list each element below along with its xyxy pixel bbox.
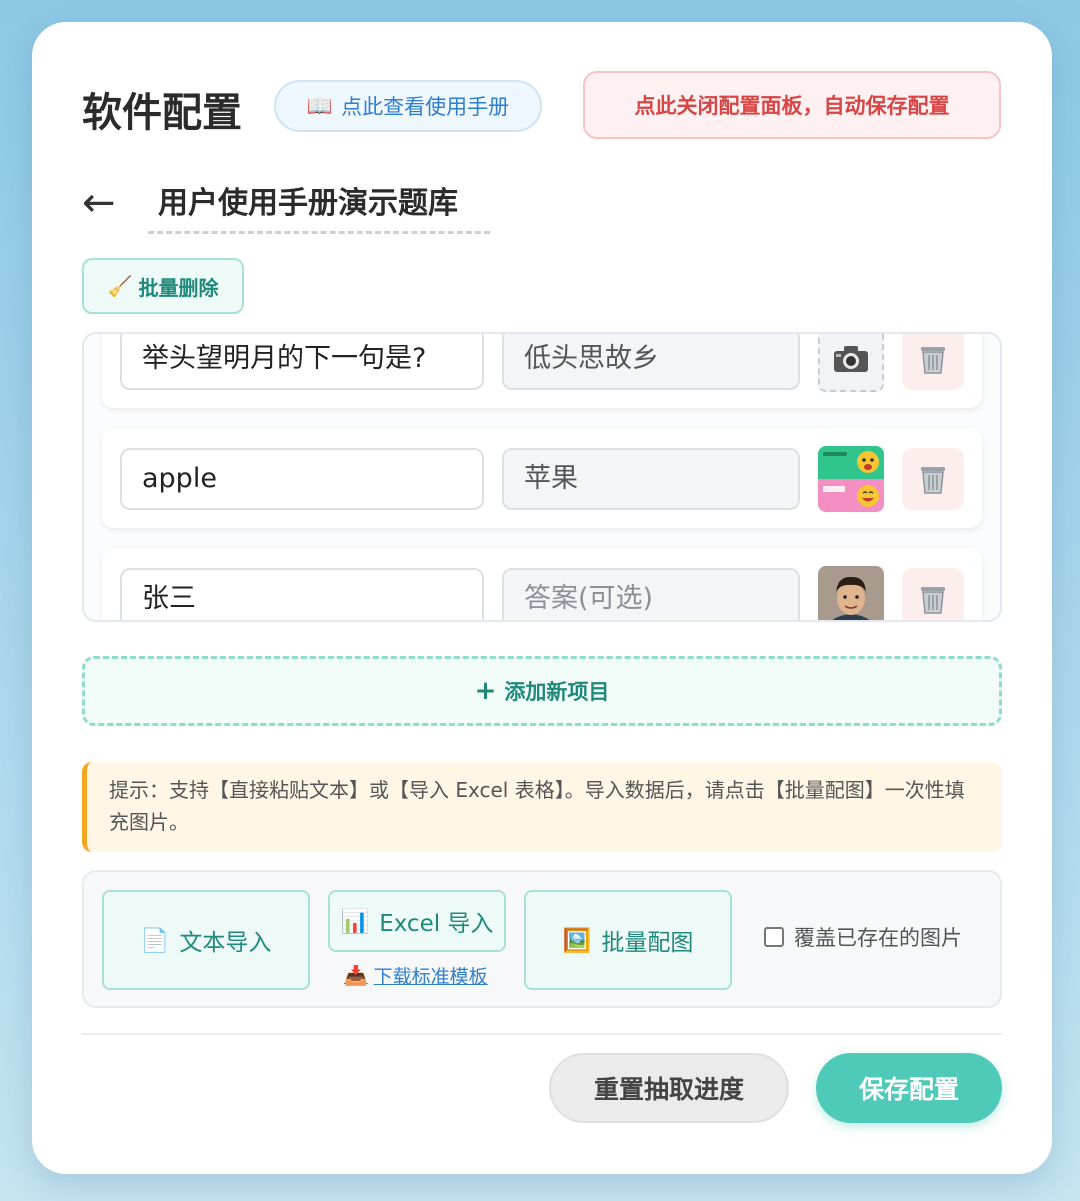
item-image[interactable] bbox=[818, 446, 884, 512]
back-arrow-icon[interactable]: ← bbox=[82, 180, 116, 226]
tip-box: 提示：支持【直接粘贴文本】或【导入 Excel 表格】。导入数据后，请点击【批量… bbox=[82, 762, 1002, 852]
answer-input[interactable]: 低头思故乡 bbox=[502, 334, 800, 390]
avatar[interactable] bbox=[818, 566, 884, 620]
manual-button-label: 点此查看使用手册 bbox=[341, 95, 510, 119]
broom-icon: 🧹 bbox=[107, 274, 133, 298]
question-input[interactable]: 张三 bbox=[120, 568, 484, 620]
batch-delete-label: 批量删除 bbox=[138, 275, 219, 300]
trash-icon bbox=[921, 347, 945, 374]
bank-title-input[interactable]: 用户使用手册演示题库 bbox=[148, 182, 490, 234]
close-panel-button[interactable]: 点此关闭配置面板，自动保存配置 bbox=[583, 71, 1001, 139]
plus-icon: + bbox=[474, 676, 497, 706]
answer-input[interactable]: 苹果 bbox=[502, 448, 800, 510]
add-item-button[interactable]: + 添加新项目 bbox=[82, 656, 1002, 726]
overwrite-images-toggle[interactable]: 覆盖已存在的图片 bbox=[764, 922, 962, 952]
delete-item-button[interactable] bbox=[902, 448, 964, 510]
answer-input[interactable]: 答案(可选) bbox=[502, 568, 800, 620]
download-icon: 📥 bbox=[344, 965, 368, 987]
manual-button[interactable]: 📖 点此查看使用手册 bbox=[274, 80, 542, 132]
image-upload-slot[interactable] bbox=[818, 334, 884, 392]
batch-image-label: 批量配图 bbox=[601, 930, 694, 956]
delete-item-button[interactable] bbox=[902, 568, 964, 620]
batch-delete-button[interactable]: 🧹 批量删除 bbox=[82, 258, 244, 314]
footer-divider bbox=[82, 1033, 1002, 1035]
config-panel: 软件配置 📖 点此查看使用手册 点此关闭配置面板，自动保存配置 ← 用户使用手册… bbox=[32, 22, 1052, 1174]
text-import-button[interactable]: 📄 文本导入 bbox=[102, 890, 310, 990]
book-icon: 📖 bbox=[306, 93, 334, 118]
trash-icon bbox=[921, 587, 945, 614]
batch-image-button[interactable]: 🖼️ 批量配图 bbox=[524, 890, 732, 990]
overwrite-checkbox[interactable] bbox=[764, 927, 784, 947]
chart-icon: 📊 bbox=[340, 908, 370, 935]
page-title: 软件配置 bbox=[82, 90, 242, 136]
question-input[interactable]: 举头望明月的下一句是? bbox=[120, 334, 484, 390]
list-item: apple 苹果 bbox=[102, 428, 982, 528]
excel-import-label: Excel 导入 bbox=[379, 911, 494, 937]
list-item: 举头望明月的下一句是? 低头思故乡 bbox=[102, 334, 982, 408]
items-list[interactable]: 举头望明月的下一句是? 低头思故乡 apple 苹果 张三 答案(可选) bbox=[82, 332, 1002, 622]
delete-item-button[interactable] bbox=[902, 334, 964, 390]
list-item: 张三 答案(可选) bbox=[102, 548, 982, 620]
sticker-image bbox=[818, 446, 884, 512]
document-icon: 📄 bbox=[140, 927, 170, 954]
question-input[interactable]: apple bbox=[120, 448, 484, 510]
trash-icon bbox=[921, 467, 945, 494]
save-config-button[interactable]: 保存配置 bbox=[816, 1053, 1002, 1123]
excel-import-button[interactable]: 📊 Excel 导入 bbox=[328, 890, 506, 952]
overwrite-label: 覆盖已存在的图片 bbox=[794, 926, 962, 950]
download-template-link[interactable]: 📥 下载标准模板 bbox=[344, 962, 488, 989]
avatar-image bbox=[818, 566, 884, 620]
add-item-label: 添加新项目 bbox=[504, 680, 610, 704]
import-toolbar: 📄 文本导入 📊 Excel 导入 📥 下载标准模板 🖼️ 批量配图 覆盖已存在… bbox=[82, 870, 1002, 1008]
text-import-label: 文本导入 bbox=[179, 930, 272, 956]
picture-icon: 🖼️ bbox=[562, 927, 592, 954]
camera-icon bbox=[834, 346, 868, 372]
download-template-label: 下载标准模板 bbox=[373, 966, 488, 988]
reset-progress-button[interactable]: 重置抽取进度 bbox=[549, 1053, 789, 1123]
